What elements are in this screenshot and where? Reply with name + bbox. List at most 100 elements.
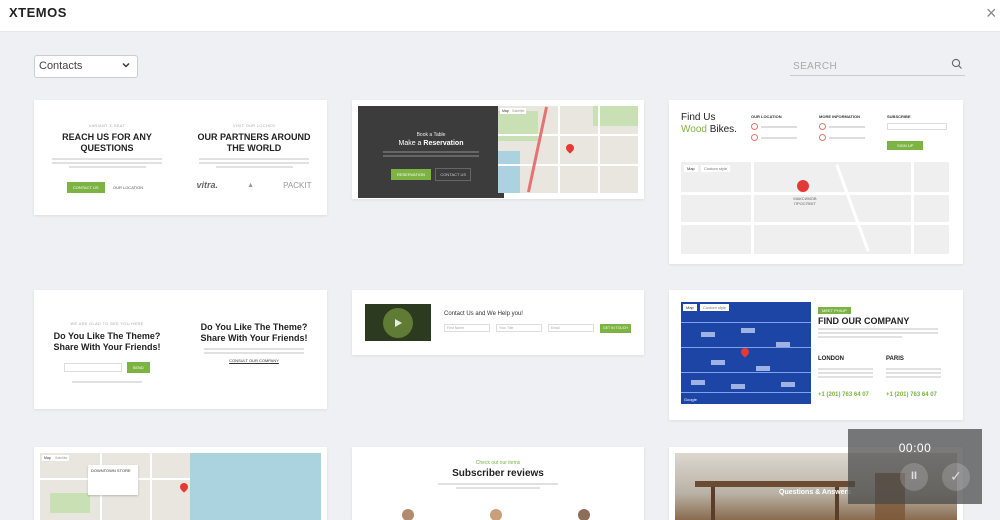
card-text-lines [818,368,873,380]
map-pin-icon [178,481,190,493]
map-pin-icon [564,142,576,154]
card-title: FIND OUR COMPANY [818,316,910,326]
search-icon[interactable] [951,58,963,70]
close-icon[interactable]: × [986,3,997,24]
contact-us-button: CONTACT US [66,182,105,193]
card-text-lines [438,483,558,489]
card-text-lines [199,158,309,168]
search-input[interactable] [790,57,945,76]
card-text-lines [204,348,304,354]
city-name: PARIS [886,356,904,362]
card-text-lines [886,368,941,380]
card-kicker: VISIT OUR LOCHES [232,123,276,128]
title-line: Wood Bikes. [681,124,737,136]
template-card-contact-form[interactable]: Contact Us and We Help you! First Name Y… [352,290,644,355]
category-filter-value: Contacts [39,60,83,72]
pause-button[interactable]: II [900,463,928,491]
search-box [790,56,965,76]
chevron-down-icon [122,63,130,68]
check-icon: ✓ [950,468,962,484]
phone-number: +1 (201) 763 64 07 [886,392,937,398]
video-thumbnail [365,304,431,341]
first-name-field: First Name [444,324,490,332]
card-title: OUR PARTNERS AROUND THE WORLD [197,132,311,153]
sign-up-button: SIGN UP [887,141,924,150]
title-accent: Wood [681,124,707,135]
title-part: Make a [398,140,424,147]
template-card-reservation[interactable]: Book a Table Make a Reservation RESERVAT… [352,100,644,199]
partner-logo: vitra. [196,180,219,190]
card-text-lines [52,158,162,168]
partner-logos: vitra. ▲ PACKIT [197,180,312,190]
store-label: DOWNTOWN STORE [91,468,131,473]
send-button: SEND [126,362,150,374]
map-tab: Satellite [510,108,527,114]
reservation-panel: Book a Table Make a Reservation RESERVAT… [358,106,504,198]
pause-icon: II [910,470,918,482]
subscribe-column: SUBSCRIBE SIGN UP [887,114,947,152]
card-title: Do You Like The Theme? Share With Your F… [200,322,308,343]
card-kicker: Book a Table [416,132,446,138]
card-title: Make a Reservation [358,140,504,147]
title-field: Your Title [496,324,542,332]
store-info-box: DOWNTOWN STORE [88,465,138,495]
partner-logo: ▲ [247,181,255,189]
avatar [402,509,414,520]
confirm-button[interactable]: ✓ [942,463,970,491]
card-kicker: WE ARE GLAD TO SEE YOU HERE [70,321,144,326]
video-control-overlay: 00:00 II ✓ [848,429,982,504]
map-tab: Custom style [701,165,731,172]
column-heading: SUBSCRIBE [887,114,911,119]
title-line: Find Us [681,112,716,123]
map-tab: Map [683,304,697,311]
map-tab: Map [42,455,53,461]
consult-link: CONSULT OUR COMPANY [229,358,279,363]
card-text-lines [818,328,938,340]
map-label: МАКСИМОВ ПРОСПЕКТ [793,196,817,206]
card-text-lines [383,151,479,157]
info-column: MORE INFORMATION [819,114,879,145]
map-embed: DOWNTOWN STORE Map Satellite [40,453,321,520]
map-pin-icon [797,180,809,192]
template-card-reviews[interactable]: Check out our items Subscriber reviews [352,447,644,520]
google-logo: Google [684,397,697,402]
map-pin-icon [739,346,751,358]
title-rest: Bikes. [706,124,737,135]
template-card-store-map[interactable]: DOWNTOWN STORE Map Satellite [34,447,327,520]
title-bold: Reservation [423,140,464,147]
reservation-button: RESERVATION [390,169,431,180]
badge: MEET PHILIP [818,307,851,314]
modal-header: XTEMOS × [0,0,1000,32]
map-tab: Custom style [700,304,730,311]
card-title: Questions & Answers [779,489,852,496]
avatar [490,509,502,520]
card-title: REACH US FOR ANY QUESTIONS [62,132,152,153]
card-kicker: VARIANT X-SEAT [88,123,126,128]
get-in-touch-button: GET IN TOUCH [600,324,631,333]
template-card-company[interactable]: Map Custom style Google MEET PHILIP FIND… [669,290,963,420]
form-title: Contact Us and We Help you! [444,311,523,317]
share-email-input [64,363,123,373]
partner-logo: PACKIT [283,180,312,190]
card-title: Find Us Wood Bikes. [681,112,737,136]
play-icon [395,319,402,327]
email-field: Email [548,324,594,332]
map-tab: Satellite [53,455,70,461]
template-card-find-us[interactable]: Find Us Wood Bikes. OUR LOCATION MORE IN… [669,100,963,264]
template-card-reach-us[interactable]: VARIANT X-SEAT REACH US FOR ANY QUESTION… [34,100,327,215]
video-time: 00:00 [898,441,932,455]
card-title: Do You Like The Theme? Share With Your F… [53,331,161,352]
map-tab: Map [684,165,698,172]
contact-us-link: CONTACT US [435,168,472,181]
brand-logo: XTEMOS [9,5,67,20]
column-heading: OUR LOCATION [751,114,782,119]
city-name: LONDON [818,356,844,362]
card-title: Subscriber reviews [452,468,544,479]
our-location-link: OUR LOCATION [112,185,144,190]
category-filter-select[interactable]: Contacts [34,55,138,78]
phone-number: +1 (201) 763 64 07 [818,392,869,398]
avatar [578,509,590,520]
template-card-share[interactable]: WE ARE GLAD TO SEE YOU HERE Do You Like … [34,290,327,409]
map-embed: Map Satellite [498,106,638,193]
map-embed: Map Custom style Google [681,302,811,404]
